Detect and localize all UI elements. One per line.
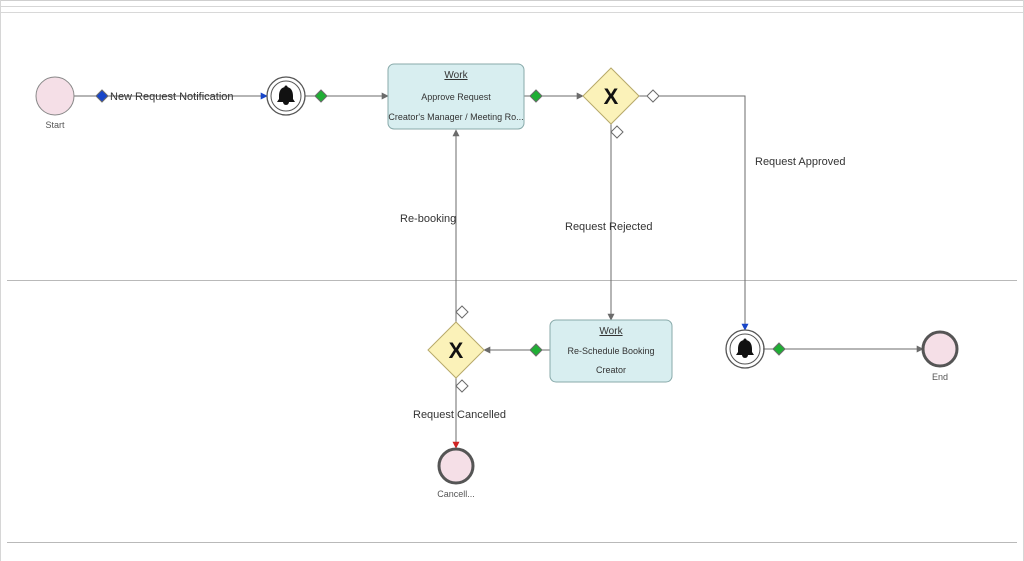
edge-label: Request Rejected — [565, 221, 652, 233]
task-approve-request[interactable]: Work Approve Request Creator's Manager /… — [388, 64, 524, 129]
task-title: Work — [444, 70, 468, 81]
edge-request-rejected[interactable]: Request Rejected — [565, 124, 652, 320]
notify-start-event[interactable] — [267, 77, 305, 115]
end-label: End — [932, 372, 948, 382]
notify-end-event[interactable] — [726, 330, 764, 368]
gateway-decision-top[interactable]: X — [583, 68, 639, 124]
task-role: Creator's Manager / Meeting Ro... — [388, 112, 523, 122]
edge-request-cancelled[interactable]: Request Cancelled — [413, 378, 506, 448]
gateway-decision-bottom[interactable]: X — [428, 322, 484, 378]
edge-start-to-notify[interactable]: New Request Notification — [74, 90, 267, 103]
edge-notify-to-end[interactable] — [763, 343, 923, 355]
start-label: Start — [45, 120, 65, 130]
edge-rebooking[interactable]: Re-booking — [400, 130, 468, 322]
bpmn-canvas[interactable]: New Request Notification Request Approve… — [0, 0, 1024, 561]
task-title: Work — [599, 326, 623, 337]
cancel-label: Cancell... — [437, 489, 475, 499]
edge-request-approved[interactable]: Request Approved — [639, 90, 846, 330]
gateway-x-icon: X — [449, 338, 464, 363]
gateway-x-icon: X — [604, 84, 619, 109]
task-reschedule-booking[interactable]: Work Re-Schedule Booking Creator — [550, 320, 672, 382]
task-role: Creator — [596, 365, 626, 375]
edge-label: Request Approved — [755, 156, 846, 168]
start-event[interactable]: Start — [36, 77, 74, 130]
edge-label: New Request Notification — [110, 91, 234, 103]
edge-label: Request Cancelled — [413, 409, 506, 421]
edge-reschedule-to-gateway[interactable] — [484, 344, 550, 356]
edge-task-to-gateway[interactable] — [524, 90, 583, 102]
cancel-end-event[interactable]: Cancell... — [437, 449, 475, 499]
task-name: Approve Request — [421, 92, 491, 102]
edge-notify-to-task[interactable] — [305, 90, 388, 102]
edge-label: Re-booking — [400, 213, 456, 225]
end-event[interactable]: End — [923, 332, 957, 382]
task-name: Re-Schedule Booking — [567, 346, 654, 356]
